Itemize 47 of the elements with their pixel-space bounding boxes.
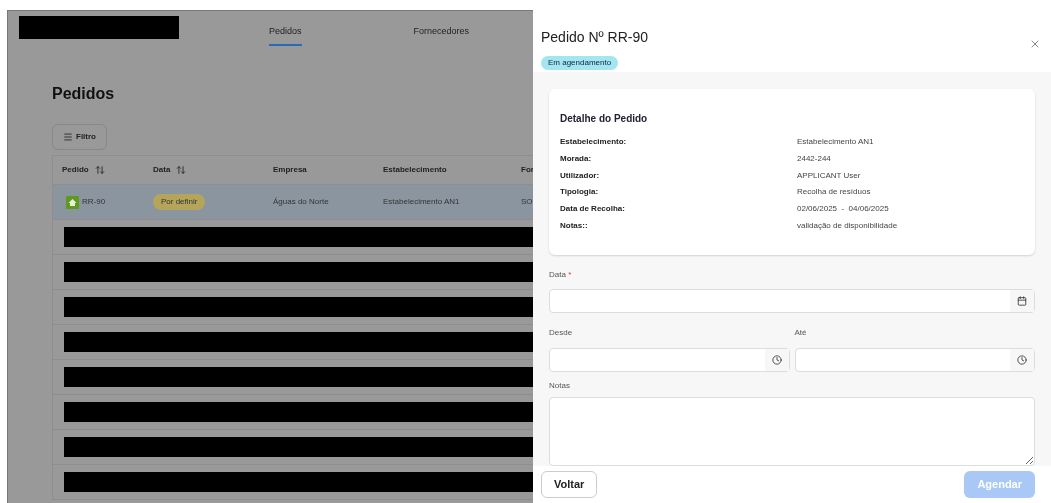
detail-value: 2442-244 <box>797 153 831 166</box>
detail-value: 02/06/2025 - 04/06/2025 <box>797 203 889 216</box>
drawer-title: Pedido Nº RR-90 <box>541 28 649 47</box>
filter-button[interactable]: Filtro <box>52 124 107 150</box>
detail-label: Notas:: <box>560 219 589 232</box>
detail-label: Data de Recolha: <box>560 203 626 216</box>
status-badge: Em agendamento <box>541 56 619 70</box>
field-label: Data * <box>549 270 572 279</box>
filter-icon <box>63 132 73 142</box>
column-header: Data <box>153 164 171 176</box>
nav-tab[interactable]: Pedidos <box>269 25 302 46</box>
time-field[interactable] <box>549 348 790 372</box>
table-cell: Águas do Norte <box>273 196 329 208</box>
table-cell: SO <box>521 196 533 208</box>
back-button[interactable]: Voltar <box>541 471 598 498</box>
column-header: Estabelecimento <box>383 164 447 176</box>
status-badge: Por definir <box>153 194 206 210</box>
detail-value: validação de disponibilidade <box>797 219 898 232</box>
detail-value: Recolha de resíduos <box>797 186 871 199</box>
nav-tab[interactable]: Fornecedores <box>413 25 470 46</box>
sort-icon[interactable] <box>176 165 187 175</box>
field-label: Notas <box>549 380 571 392</box>
detail-value: APPLICANT User <box>797 169 861 182</box>
detail-label: Tipologia: <box>560 186 600 199</box>
calendar-icon <box>1017 296 1027 306</box>
card-title: Detalhe do Pedido <box>560 112 649 126</box>
detail-label: Estabelecimento: <box>560 136 628 149</box>
table-cell: RR-90 <box>82 196 106 208</box>
column-header: Empresa <box>273 164 307 176</box>
notes-field[interactable] <box>549 397 1035 466</box>
detail-label: Morada: <box>560 153 593 166</box>
close-button[interactable] <box>1029 38 1041 50</box>
clock-icon <box>771 355 782 365</box>
column-header: For <box>521 164 534 176</box>
clock-icon <box>1017 355 1027 365</box>
time-field[interactable] <box>794 348 1035 372</box>
date-field[interactable] <box>549 289 1035 313</box>
table-row[interactable]: RR-90 Por definir Águas do Norte Estabelecimento AN1 SO <box>53 185 533 220</box>
column-header: Pedido <box>62 164 89 176</box>
field-label: Desde <box>549 328 573 337</box>
detail-value: Estabelecimento AN1 <box>797 136 874 149</box>
page-title: Pedidos <box>52 84 116 104</box>
table-cell: Estabelecimento AN1 <box>383 196 460 208</box>
house-icon <box>66 195 79 209</box>
field-label: Até <box>794 328 807 337</box>
detail-label: Utilizador: <box>560 169 601 182</box>
sort-icon[interactable] <box>94 165 105 175</box>
